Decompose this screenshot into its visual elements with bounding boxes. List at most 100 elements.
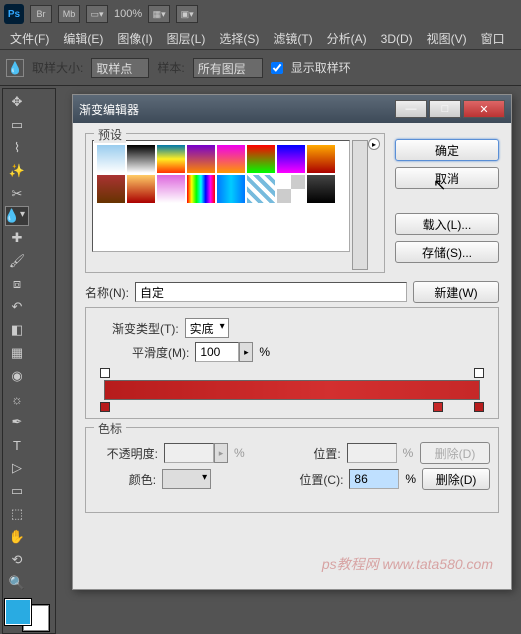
menu-view[interactable]: 视图(V) xyxy=(421,28,473,49)
menu-image[interactable]: 图像(I) xyxy=(111,28,158,49)
sample-layers-select[interactable]: 所有图层 xyxy=(193,58,263,78)
sample-size-label: 取样大小: xyxy=(32,59,83,76)
shape-tool[interactable]: ▭ xyxy=(5,480,29,502)
type-tool[interactable]: T xyxy=(5,434,29,456)
menu-select[interactable]: 选择(S) xyxy=(213,28,265,49)
pos1-input xyxy=(347,443,397,463)
preset-9[interactable] xyxy=(127,175,155,203)
3d-tool[interactable]: ⬚ xyxy=(5,503,29,525)
zoom-tool[interactable]: 🔍 xyxy=(5,572,29,594)
preset-8[interactable] xyxy=(97,175,125,203)
smooth-spinner[interactable]: ▸ xyxy=(239,342,253,362)
name-label: 名称(N): xyxy=(85,284,129,301)
pos2-input[interactable] xyxy=(349,469,399,489)
dialog-titlebar[interactable]: 渐变编辑器 — □ ✕ xyxy=(73,95,511,123)
smooth-input[interactable] xyxy=(195,342,239,362)
dialog-title: 渐变编辑器 xyxy=(79,101,393,118)
color-stop-right[interactable] xyxy=(474,402,484,412)
name-input[interactable] xyxy=(135,282,407,302)
menu-3d[interactable]: 3D(D) xyxy=(375,30,419,48)
type-label: 渐变类型(T): xyxy=(112,320,179,337)
preset-14[interactable] xyxy=(277,175,305,203)
opacity-stop-right[interactable] xyxy=(474,368,484,378)
gradient-bar[interactable] xyxy=(96,368,488,412)
hand-tool[interactable]: ✋ xyxy=(5,526,29,548)
wand-tool[interactable]: ✨ xyxy=(5,160,29,182)
minibridge-button[interactable]: Mb xyxy=(58,5,80,23)
ok-button[interactable]: 确定 xyxy=(395,139,499,161)
opacity-stop-left[interactable] xyxy=(100,368,110,378)
fg-color[interactable] xyxy=(5,599,31,625)
menu-filter[interactable]: 滤镜(T) xyxy=(267,28,318,49)
preset-13[interactable] xyxy=(247,175,275,203)
sample-label: 样本: xyxy=(157,59,184,76)
color-swatches[interactable] xyxy=(5,599,49,631)
pen-tool[interactable]: ✒ xyxy=(5,411,29,433)
preset-2[interactable] xyxy=(157,145,185,173)
layout-button[interactable]: ▭▾ xyxy=(86,5,108,23)
save-button[interactable]: 存储(S)... xyxy=(395,241,499,263)
preset-scrollbar[interactable] xyxy=(352,140,368,270)
dodge-tool[interactable]: ☼ xyxy=(5,388,29,410)
eyedropper-icon[interactable]: 💧 xyxy=(6,59,24,77)
rotate-tool[interactable]: ⟲ xyxy=(5,549,29,571)
path-tool[interactable]: ▷ xyxy=(5,457,29,479)
screen-mode-button[interactable]: ▣▾ xyxy=(176,5,198,23)
preset-11[interactable] xyxy=(187,175,215,203)
gradient-tool[interactable]: ▦ xyxy=(5,342,29,364)
preset-10[interactable] xyxy=(157,175,185,203)
menu-layer[interactable]: 图层(L) xyxy=(161,28,212,49)
menu-analysis[interactable]: 分析(A) xyxy=(321,28,373,49)
history-brush-tool[interactable]: ↶ xyxy=(5,296,29,318)
new-button[interactable]: 新建(W) xyxy=(413,281,499,303)
eraser-tool[interactable]: ◧ xyxy=(5,319,29,341)
heal-tool[interactable]: ✚ xyxy=(5,227,29,249)
preset-6[interactable] xyxy=(277,145,305,173)
color-stop-left[interactable] xyxy=(100,402,110,412)
stops-legend: 色标 xyxy=(94,420,126,437)
menu-bar: 文件(F) 编辑(E) 图像(I) 图层(L) 选择(S) 滤镜(T) 分析(A… xyxy=(0,28,521,50)
move-tool[interactable]: ✥ xyxy=(5,91,29,113)
preset-3[interactable] xyxy=(187,145,215,173)
color-stop-86[interactable] xyxy=(433,402,443,412)
watermark: ps教程网 www.tata580.com xyxy=(322,555,493,573)
minimize-button[interactable]: — xyxy=(395,100,427,118)
menu-edit[interactable]: 编辑(E) xyxy=(57,28,109,49)
smooth-label: 平滑度(M): xyxy=(132,344,189,361)
toolbox: ✥▭ ⌇✨ ✂💧 ✚🖌 ⧈↶ ◧▦ ◉☼ ✒T ▷▭ ⬚✋ ⟲🔍 xyxy=(2,88,56,634)
load-button[interactable]: 载入(L)... xyxy=(395,213,499,235)
menu-file[interactable]: 文件(F) xyxy=(4,28,55,49)
cancel-button[interactable]: 取消 xyxy=(395,167,499,189)
maximize-button[interactable]: □ xyxy=(429,100,461,118)
preset-4[interactable] xyxy=(217,145,245,173)
preset-7[interactable] xyxy=(307,145,335,173)
brush-tool[interactable]: 🖌 xyxy=(5,250,29,272)
marquee-tool[interactable]: ▭ xyxy=(5,114,29,136)
arrange-button[interactable]: ▦▾ xyxy=(148,5,170,23)
preset-5[interactable] xyxy=(247,145,275,173)
preset-grid xyxy=(92,140,350,252)
presets-legend: 预设 xyxy=(94,126,126,143)
preset-1[interactable] xyxy=(127,145,155,173)
bridge-button[interactable]: Br xyxy=(30,5,52,23)
preset-12[interactable] xyxy=(217,175,245,203)
blur-tool[interactable]: ◉ xyxy=(5,365,29,387)
show-ring-label: 显示取样环 xyxy=(291,59,351,76)
color-select[interactable] xyxy=(162,469,211,489)
lasso-tool[interactable]: ⌇ xyxy=(5,137,29,159)
type-select[interactable]: 实底 xyxy=(185,318,229,338)
sample-size-select[interactable]: 取样点 xyxy=(91,58,149,78)
presets-menu-icon[interactable]: ▸ xyxy=(368,138,380,150)
gradient-editor-dialog: 渐变编辑器 — □ ✕ 预设 ▸ 确定 取消 载入(L)... 存储(S)...… xyxy=(72,94,512,590)
crop-tool[interactable]: ✂ xyxy=(5,183,29,205)
preset-0[interactable] xyxy=(97,145,125,173)
preset-15[interactable] xyxy=(307,175,335,203)
menu-window[interactable]: 窗口 xyxy=(475,28,511,49)
delete2-button[interactable]: 删除(D) xyxy=(422,468,490,490)
stamp-tool[interactable]: ⧈ xyxy=(5,273,29,295)
zoom-level[interactable]: 100% xyxy=(114,8,142,20)
eyedropper-tool[interactable]: 💧 xyxy=(5,206,29,226)
color-label: 颜色: xyxy=(94,471,156,488)
close-button[interactable]: ✕ xyxy=(463,100,505,118)
show-ring-checkbox[interactable] xyxy=(271,62,283,74)
